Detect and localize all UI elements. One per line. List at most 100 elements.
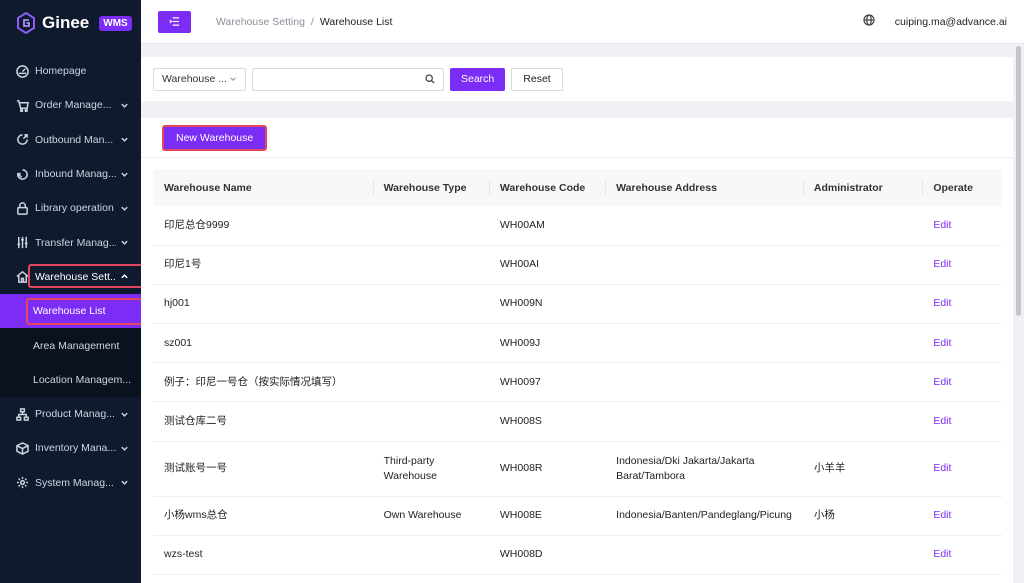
sidebar-item-order-management[interactable]: Order Manage... — [0, 88, 141, 122]
edit-link[interactable]: Edit — [933, 219, 951, 231]
cell-name: sz001 — [153, 323, 373, 364]
page-scrollbar[interactable] — [1015, 44, 1022, 319]
table-row: 印尼总仓9999 WH00AM Edit — [153, 206, 1002, 246]
hierarchy-icon — [16, 407, 29, 421]
brand-badge: WMS — [99, 15, 132, 31]
dashboard-icon — [16, 64, 29, 78]
menu-fold-icon — [169, 17, 180, 26]
sidebar-item-label: System Manag... — [35, 476, 114, 489]
table-row: 小杨wms总仓 Own Warehouse WH008E Indonesia/B… — [153, 496, 1002, 536]
search-button[interactable]: Search — [450, 67, 506, 91]
cell-type — [372, 323, 489, 364]
breadcrumb-parent[interactable]: Warehouse Setting — [216, 16, 305, 28]
sidebar-item-transfer-management[interactable]: Transfer Manag... — [0, 225, 141, 259]
search-icon[interactable] — [425, 74, 435, 84]
column-header-code: Warehouse Code — [488, 169, 606, 206]
sidebar-subitem-area-management[interactable]: Area Management — [0, 328, 141, 363]
cell-admin — [802, 206, 923, 246]
table-row: 例子：印尼一号仓（按实际情况填写） WH0097 Edit — [153, 362, 1002, 403]
sidebar-item-label: Product Manag... — [35, 408, 115, 421]
cell-code: WH00AI — [488, 245, 606, 285]
cell-admin — [802, 245, 923, 285]
cell-admin: 小杨 — [802, 496, 923, 536]
header-right: cuiping.ma@advance.ai — [863, 14, 1007, 29]
brand-logo[interactable]: Ginee WMS — [0, 0, 141, 46]
table-row: 测试账号一号 Third-party Warehouse WH008R Indo… — [153, 441, 1002, 497]
sidebar-item-label: Order Manage... — [35, 99, 112, 112]
chevron-down-icon — [230, 77, 236, 81]
globe-icon[interactable] — [863, 14, 875, 29]
cell-address — [605, 245, 803, 285]
edit-link[interactable]: Edit — [933, 297, 951, 309]
chevron-down-icon — [120, 444, 129, 453]
edit-link[interactable]: Edit — [933, 415, 951, 427]
gear-icon — [16, 476, 29, 489]
cell-admin — [802, 401, 923, 442]
edit-link[interactable]: Edit — [933, 462, 951, 474]
cell-admin — [802, 323, 923, 364]
cell-admin — [802, 284, 923, 325]
sidebar: Ginee WMS Homepage Order Manage... Outbo… — [0, 0, 146, 583]
column-header-address: Warehouse Address — [605, 169, 803, 206]
cell-type — [372, 362, 489, 403]
menu-toggle-button[interactable] — [158, 10, 191, 33]
sidebar-item-product-management[interactable]: Product Manag... — [0, 397, 141, 431]
warehouse-list-card: New Warehouse Warehouse Name Warehouse T… — [141, 118, 1013, 583]
scrollbar-thumb[interactable] — [1016, 46, 1021, 316]
table-row: 测试仓库二号 WH008S Edit — [153, 401, 1002, 442]
cell-type: Third-party Warehouse — [372, 441, 489, 497]
sidebar-item-inbound-management[interactable]: Inbound Manag... — [0, 157, 141, 191]
sidebar-item-label: Inventory Mana... — [35, 442, 116, 455]
table-row: 印尼1号 WH00AI Edit — [153, 245, 1002, 285]
sidebar-item-homepage[interactable]: Homepage — [0, 54, 141, 88]
cell-address: Indonesia/Banten/Pandeglang/Picung — [605, 496, 803, 536]
cell-admin — [802, 535, 923, 576]
cell-type — [372, 284, 489, 325]
cell-code: WH008D — [488, 535, 606, 576]
cell-name: 印尼1号 — [153, 245, 373, 285]
search-field-select[interactable]: Warehouse ... — [153, 67, 246, 91]
edit-link[interactable]: Edit — [933, 548, 951, 560]
reset-button[interactable]: Reset — [511, 67, 563, 91]
select-value: Warehouse ... — [162, 73, 227, 85]
cell-name: 印尼总仓9999 — [153, 206, 373, 246]
sidebar-subitem-warehouse-list[interactable]: Warehouse List — [0, 294, 143, 329]
warehouse-table: Warehouse Name Warehouse Type Warehouse … — [153, 169, 1002, 576]
sidebar-subitem-location-management[interactable]: Location Managem... — [0, 362, 141, 397]
cell-code: WH008R — [488, 441, 606, 497]
sidebar-item-inventory-management[interactable]: Inventory Mana... — [0, 431, 141, 465]
sidebar-item-warehouse-setting[interactable]: Warehouse Sett... — [0, 260, 146, 294]
breadcrumb: Warehouse Setting / Warehouse List — [216, 16, 392, 28]
ginee-logo-icon — [17, 12, 35, 34]
edit-link[interactable]: Edit — [933, 258, 951, 270]
edit-link[interactable]: Edit — [933, 376, 951, 388]
table-row: wzs-test WH008D Edit — [153, 535, 1002, 576]
cell-code: WH00AM — [488, 206, 606, 246]
breadcrumb-separator: / — [310, 15, 314, 28]
search-input[interactable] — [261, 73, 425, 85]
brand-name: Ginee — [42, 13, 90, 32]
sidebar-item-library-operation[interactable]: Library operation — [0, 191, 141, 225]
cell-admin: 小羊羊 — [802, 441, 923, 497]
cell-name: 测试账号一号 — [153, 441, 373, 497]
cell-name: 测试仓库二号 — [153, 401, 373, 442]
sidebar-item-outbound-management[interactable]: Outbound Man... — [0, 123, 141, 157]
column-header-operate: Operate — [922, 169, 1002, 206]
lock-icon — [16, 202, 29, 215]
new-warehouse-button[interactable]: New Warehouse — [162, 124, 268, 151]
filter-bar: Warehouse ... Search Reset — [141, 57, 1013, 101]
sidebar-subitem-label: Location Managem... — [33, 373, 132, 386]
edit-link[interactable]: Edit — [933, 509, 951, 521]
box-icon — [16, 442, 29, 455]
user-email[interactable]: cuiping.ma@advance.ai — [895, 16, 1007, 28]
cell-address — [605, 535, 803, 576]
cell-type — [372, 245, 489, 285]
sidebar-item-system-management[interactable]: System Manag... — [0, 466, 141, 500]
table-header-row: Warehouse Name Warehouse Type Warehouse … — [153, 169, 1002, 206]
edit-link[interactable]: Edit — [933, 337, 951, 349]
cell-name: wzs-test — [153, 535, 373, 576]
column-header-name: Warehouse Name — [153, 169, 373, 206]
chevron-down-icon — [120, 410, 129, 419]
cell-code: WH008E — [488, 496, 606, 536]
cell-type — [372, 401, 489, 442]
